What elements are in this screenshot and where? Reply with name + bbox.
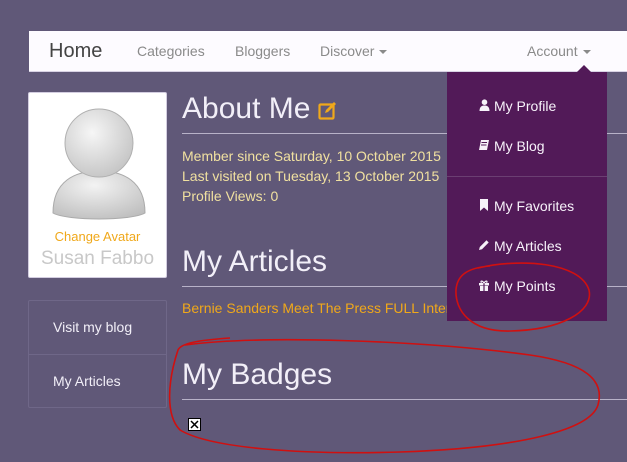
nav-account-label: Account (527, 43, 578, 59)
my-badges-heading: My Badges (182, 358, 333, 391)
my-badges-highlight-circle (168, 337, 601, 454)
change-avatar-link[interactable]: Change Avatar (29, 229, 166, 244)
nav-discover-dropdown[interactable]: Discover (320, 43, 388, 59)
pencil-icon (478, 238, 490, 254)
dropdown-arrow (577, 65, 591, 72)
broken-image-icon (188, 418, 201, 431)
sidebar-item-visit-blog[interactable]: Visit my blog (29, 301, 166, 353)
member-since-text: Member since Saturday, 10 October 2015 (182, 148, 441, 164)
menu-item-label: My Favorites (494, 198, 575, 214)
chevron-down-icon (379, 50, 388, 55)
section-divider (182, 399, 627, 400)
chevron-down-icon (582, 50, 591, 55)
account-dropdown-menu: My Profile My Blog My Favorites My Artic… (447, 65, 607, 321)
profile-sidebar-menu: Visit my blog My Articles (28, 300, 167, 408)
menu-item-my-blog[interactable]: My Blog (478, 138, 545, 154)
edit-icon[interactable] (318, 100, 338, 120)
profile-username: Susan Fabbo (40, 248, 155, 269)
user-icon (478, 98, 490, 114)
profile-views-text: Profile Views: 0 (182, 188, 279, 204)
book-icon (478, 138, 490, 154)
sidebar-item-my-articles[interactable]: My Articles (29, 354, 166, 406)
bookmark-icon (478, 198, 490, 214)
gift-icon (478, 278, 490, 294)
menu-item-my-profile[interactable]: My Profile (478, 98, 556, 114)
profile-card: Change Avatar Susan Fabbo (28, 92, 167, 278)
close-icon (190, 420, 199, 429)
my-articles-heading: My Articles (182, 245, 328, 278)
article-link[interactable]: Bernie Sanders Meet The Press FULL Inter… (182, 300, 457, 316)
nav-home-link[interactable]: Home (49, 40, 102, 63)
menu-item-label: My Blog (494, 138, 545, 154)
top-navbar: Home Categories Bloggers Discover Accoun… (29, 31, 627, 72)
nav-bloggers-link[interactable]: Bloggers (235, 43, 290, 59)
default-user-avatar-icon (52, 108, 146, 220)
about-me-heading: About Me (182, 92, 311, 125)
menu-item-my-articles[interactable]: My Articles (478, 238, 562, 254)
menu-item-my-points[interactable]: My Points (478, 278, 555, 294)
menu-item-label: My Points (494, 278, 556, 294)
menu-item-label: My Profile (494, 98, 557, 114)
nav-discover-label: Discover (320, 43, 375, 59)
dropdown-divider (447, 176, 607, 177)
menu-item-my-favorites[interactable]: My Favorites (478, 198, 574, 214)
nav-categories-link[interactable]: Categories (137, 43, 205, 59)
last-visited-text: Last visited on Tuesday, 13 October 2015 (182, 168, 440, 184)
nav-account-dropdown[interactable]: Account (527, 43, 591, 59)
menu-item-label: My Articles (494, 238, 562, 254)
